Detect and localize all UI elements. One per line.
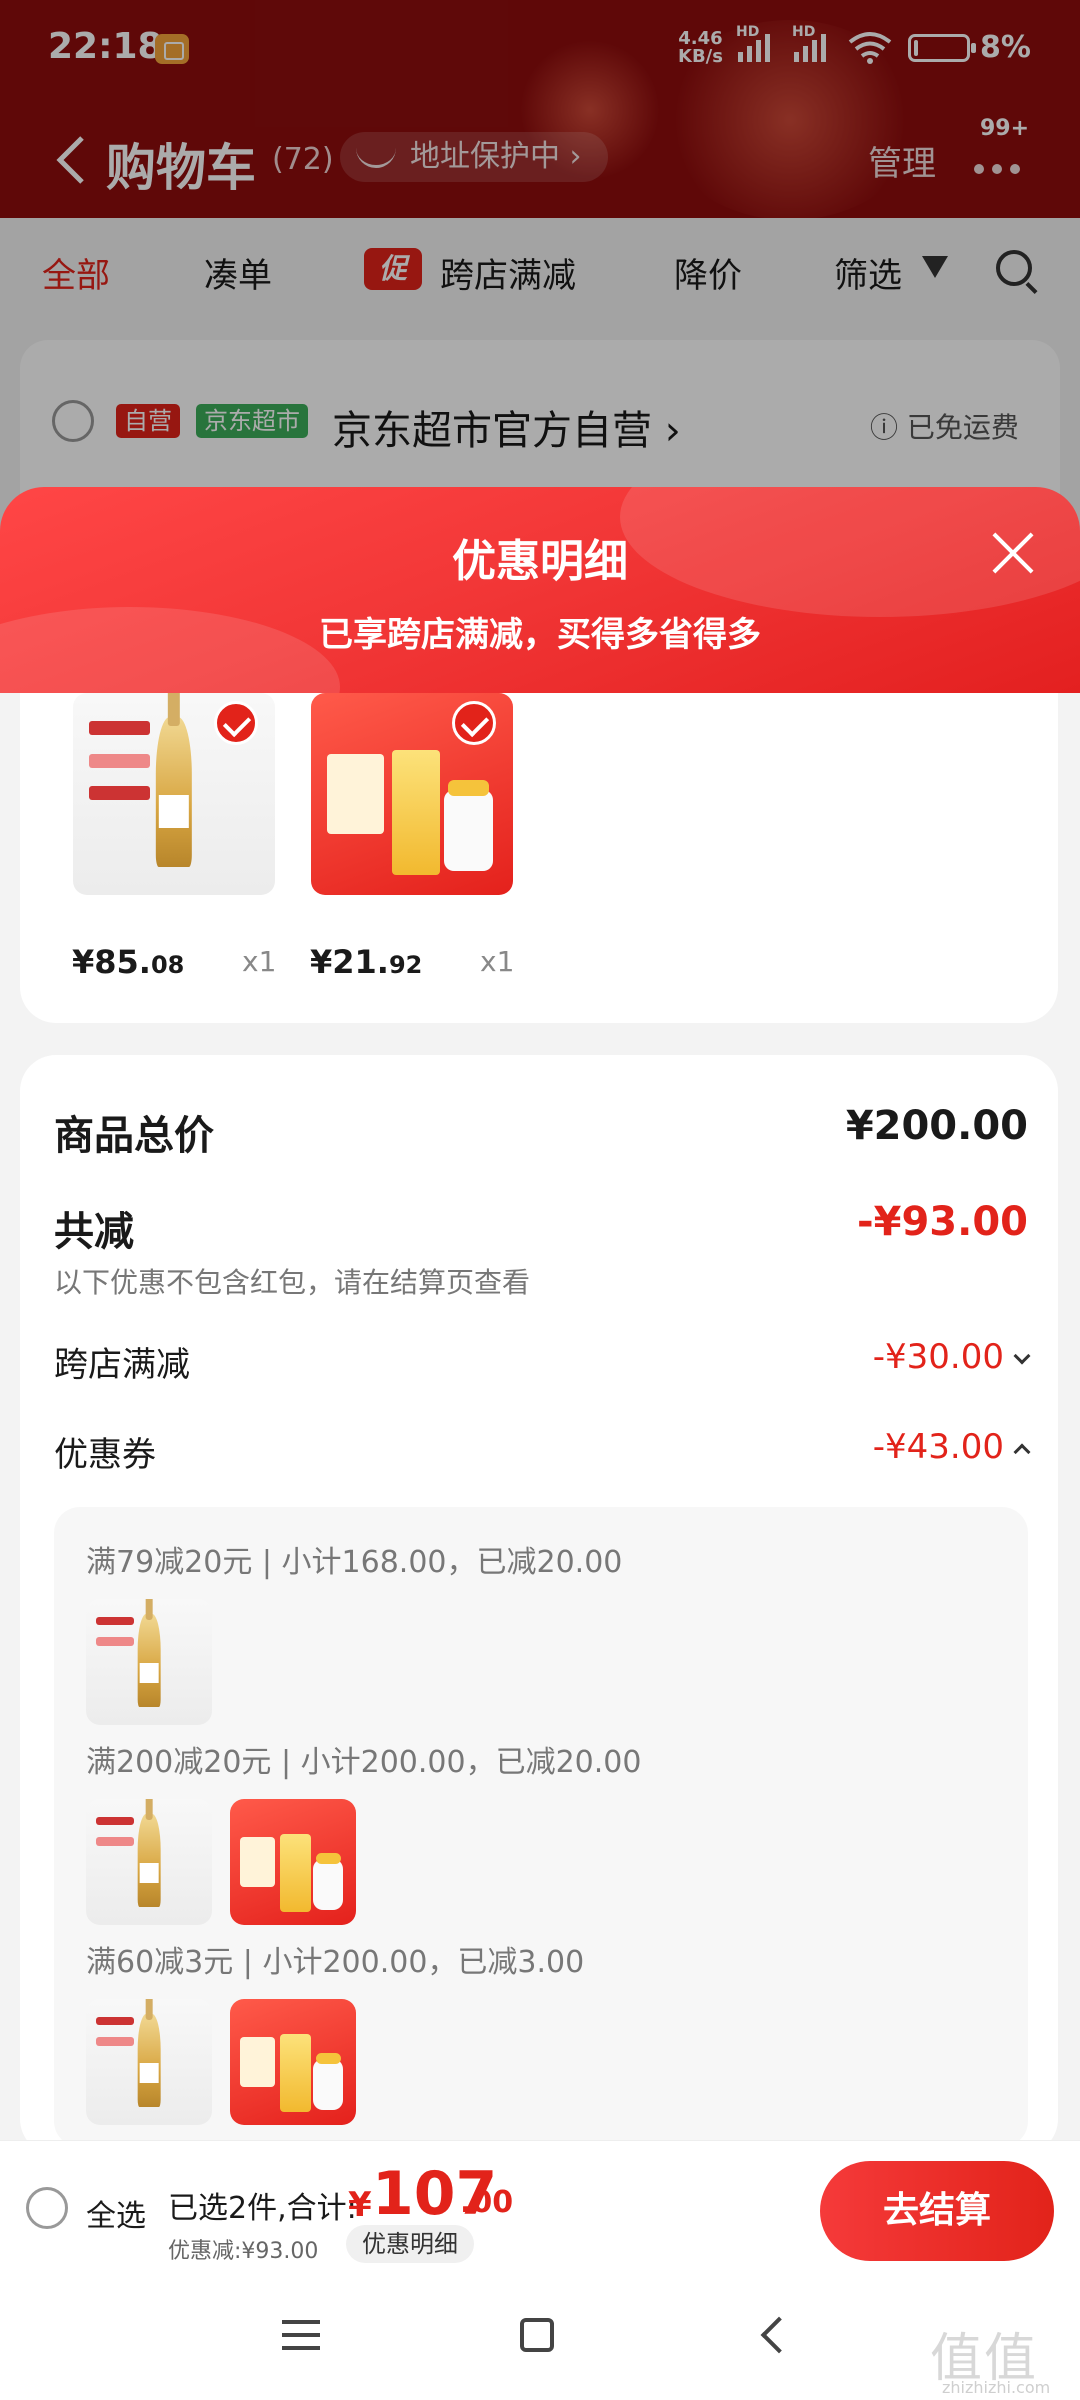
cross-store-value: -¥30.00	[872, 1337, 1004, 1377]
sheet-body: ¥85.08 x1 ¥21.92 x1 商品总价 ¥200.00 共减 -¥93…	[0, 693, 1080, 2155]
cross-store-label: 跨店满减	[54, 1345, 190, 1385]
product-price: ¥85.08	[72, 943, 185, 981]
discount-note: 以下优惠不包含红包，请在结算页查看	[54, 1266, 531, 1299]
close-icon[interactable]	[990, 530, 1036, 576]
coupon-rule: 满200减20元 | 小计200.00，已减20.00	[86, 1745, 642, 1780]
chevron-up-icon	[1013, 1443, 1031, 1461]
discount-detail-button[interactable]: 优惠明细	[346, 2225, 474, 2263]
system-back-icon[interactable]	[760, 2316, 798, 2354]
total-price-value: ¥200.00	[845, 1103, 1028, 1149]
recent-apps-icon[interactable]	[282, 2320, 320, 2352]
home-icon[interactable]	[520, 2318, 554, 2352]
saved-amount: 优惠减:¥93.00	[168, 2239, 319, 2264]
coupon-rule: 满79减20元 | 小计168.00，已减20.00	[86, 1545, 623, 1580]
selected-summary: 已选2件,合计:	[168, 2191, 357, 2226]
sheet-subtitle: 已享跨店满减，买得多省得多	[319, 615, 761, 655]
coupon-label: 优惠券	[54, 1435, 156, 1475]
total-amount-decimal: .00	[460, 2185, 514, 2220]
wine-icon	[86, 1999, 212, 2125]
discount-summary-card: 商品总价 ¥200.00 共减 -¥93.00 以下优惠不包含红包，请在结算页查…	[20, 1055, 1058, 2155]
product-qty: x1	[480, 945, 515, 978]
total-currency: ¥	[348, 2185, 372, 2225]
coupon-detail-box: 满79减20元 | 小计168.00，已减20.00 满200减20元 | 小计…	[54, 1507, 1028, 2147]
medicine-icon	[230, 1799, 356, 1925]
product-price: ¥21.92	[310, 943, 423, 981]
total-discount-label: 共减	[54, 1209, 134, 1255]
checkout-button[interactable]: 去结算	[820, 2161, 1054, 2261]
total-price-label: 商品总价	[54, 1113, 214, 1159]
total-discount-value: -¥93.00	[857, 1199, 1028, 1245]
cross-store-row[interactable]: -¥30.00	[872, 1337, 1031, 1377]
chevron-down-icon	[1013, 1347, 1031, 1365]
select-all-radio[interactable]	[26, 2187, 68, 2229]
check-icon[interactable]	[214, 701, 258, 745]
checkout-bar: 全选 已选2件,合计: ¥ 107 .00 优惠减:¥93.00 优惠明细 去结…	[0, 2140, 1080, 2272]
system-nav-bar	[0, 2272, 1080, 2400]
wine-icon	[86, 1799, 212, 1925]
coupon-row[interactable]: -¥43.00	[872, 1427, 1031, 1467]
watermark-site: zhizhizhi.com	[942, 2378, 1051, 2397]
coupon-rule: 满60减3元 | 小计200.00，已减3.00	[86, 1945, 585, 1980]
select-all-label[interactable]: 全选	[86, 2191, 146, 2235]
selected-products-card: ¥85.08 x1 ¥21.92 x1	[20, 693, 1058, 1023]
coupon-value: -¥43.00	[872, 1427, 1004, 1467]
sheet-header: 优惠明细 已享跨店满减，买得多省得多	[0, 487, 1080, 693]
sheet-title: 优惠明细	[452, 536, 628, 587]
medicine-icon	[230, 1999, 356, 2125]
check-icon[interactable]	[452, 701, 496, 745]
product-qty: x1	[242, 945, 277, 978]
wine-icon	[86, 1599, 212, 1725]
